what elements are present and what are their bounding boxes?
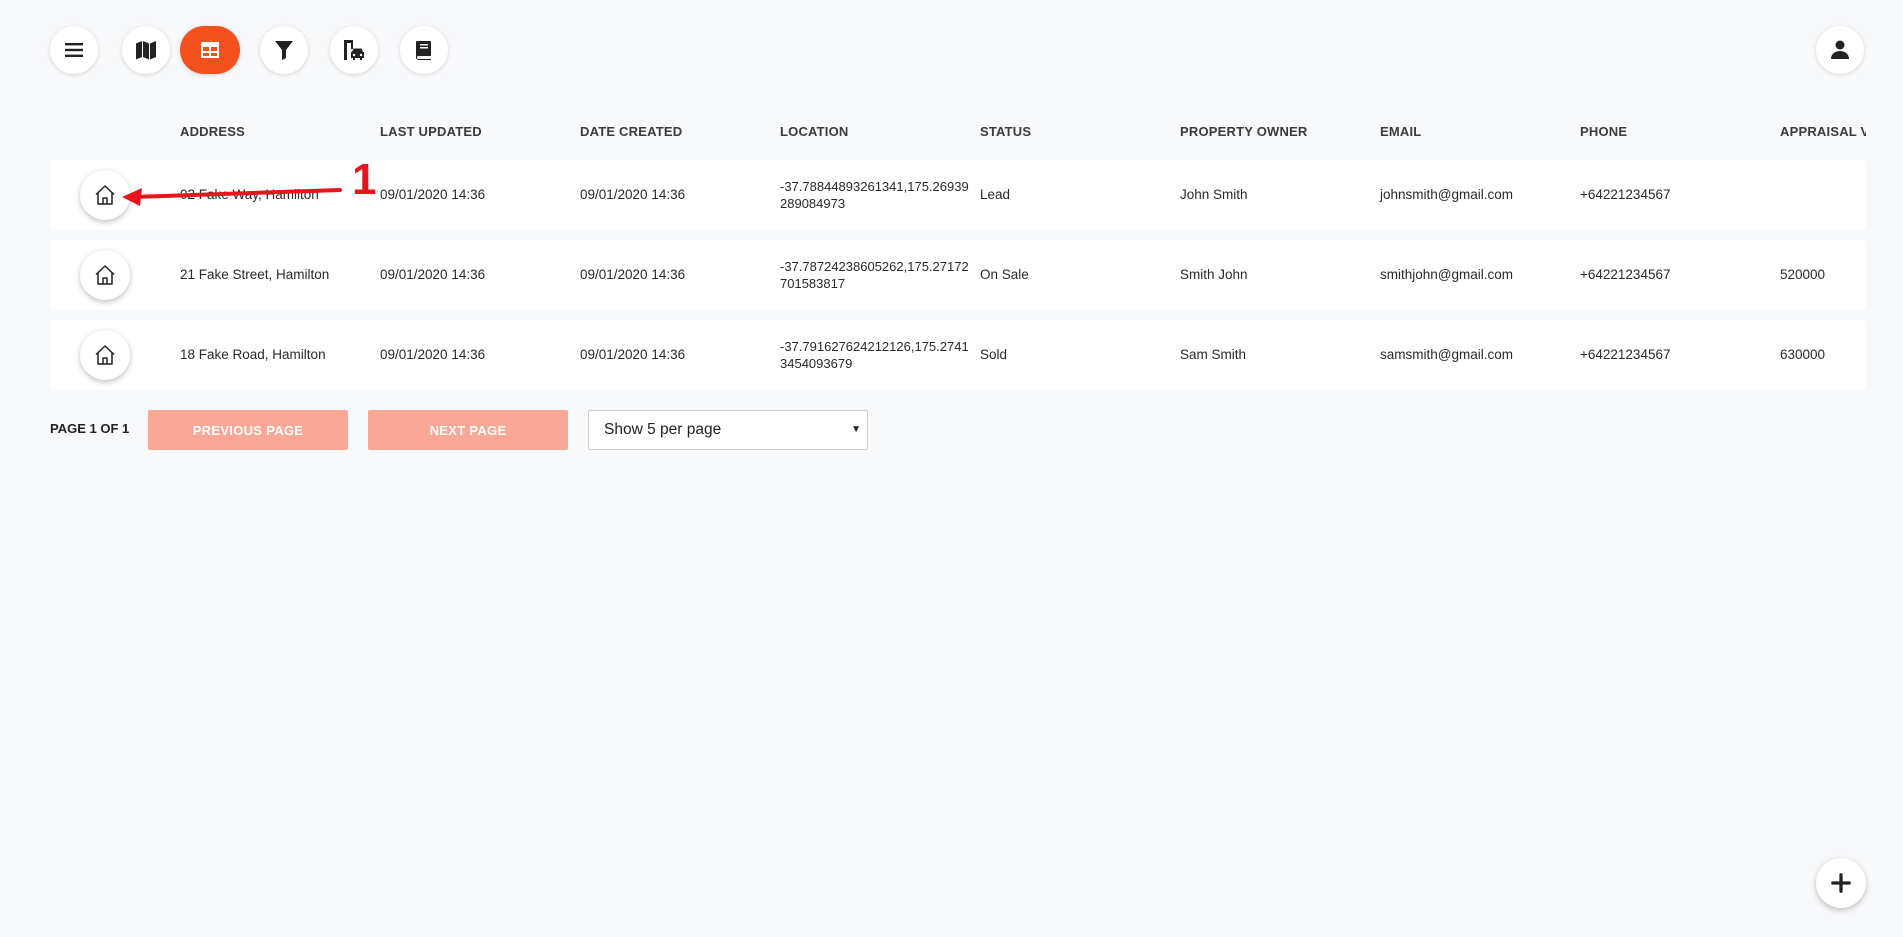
- cell-phone: +64221234567: [1580, 347, 1671, 362]
- cell-email: smithjohn@gmail.com: [1380, 267, 1513, 282]
- buildings-button[interactable]: [330, 26, 378, 74]
- cell-date-created: 09/01/2020 14:36: [580, 347, 686, 362]
- column-header-property-owner[interactable]: PROPERTY OWNER: [1180, 124, 1308, 139]
- cell-email: johnsmith@gmail.com: [1380, 187, 1513, 202]
- book-button[interactable]: [400, 26, 448, 74]
- column-header-phone[interactable]: PHONE: [1580, 124, 1627, 139]
- filter-icon: [275, 41, 293, 60]
- cell-address: 02 Fake Way, Hamilton: [180, 187, 319, 202]
- cell-location: -37.78724238605262,175.27172701583817: [780, 259, 969, 291]
- column-header-status[interactable]: STATUS: [980, 124, 1031, 139]
- cell-last-updated: 09/01/2020 14:36: [380, 267, 486, 282]
- properties-table: ADDRESS LAST UPDATED DATE CREATED LOCATI…: [50, 110, 1866, 390]
- table-view-button[interactable]: [180, 26, 240, 74]
- column-header-date-created[interactable]: DATE CREATED: [580, 124, 682, 139]
- cell-owner: John Smith: [1180, 187, 1248, 202]
- previous-page-button[interactable]: PREVIOUS PAGE: [148, 410, 348, 450]
- per-page-select[interactable]: Show 5 per page ▼: [588, 410, 868, 450]
- building-car-icon: [344, 40, 364, 60]
- map-view-button[interactable]: [122, 26, 170, 74]
- cell-location: -37.791627624212126,175.27413454093679: [780, 339, 969, 371]
- cell-date-created: 09/01/2020 14:36: [580, 267, 686, 282]
- home-icon: [95, 265, 115, 285]
- cell-status: Sold: [980, 347, 1008, 362]
- cell-appraisal: 520000: [1780, 267, 1826, 282]
- menu-icon: [65, 43, 83, 57]
- cell-address: 18 Fake Road, Hamilton: [180, 347, 326, 362]
- cell-location: -37.78844893261341,175.26939289084973: [780, 179, 969, 211]
- add-property-button[interactable]: [1816, 858, 1866, 908]
- book-icon: [416, 41, 431, 60]
- cell-last-updated: 09/01/2020 14:36: [380, 187, 486, 202]
- table-icon: [201, 42, 219, 58]
- cell-date-created: 09/01/2020 14:36: [580, 187, 686, 202]
- table-header: ADDRESS LAST UPDATED DATE CREATED LOCATI…: [50, 110, 1866, 160]
- column-header-appraisal[interactable]: APPRAISAL V: [1780, 124, 1866, 139]
- column-header-address[interactable]: ADDRESS: [180, 124, 245, 139]
- home-icon: [95, 345, 115, 365]
- filter-button[interactable]: [260, 26, 308, 74]
- cell-address: 21 Fake Street, Hamilton: [180, 267, 330, 282]
- column-header-location[interactable]: LOCATION: [780, 124, 849, 139]
- table-row[interactable]: 21 Fake Street, Hamilton 09/01/2020 14:3…: [50, 240, 1866, 310]
- property-home-button[interactable]: [80, 170, 130, 220]
- account-icon: [1831, 40, 1849, 59]
- home-icon: [95, 185, 115, 205]
- cell-status: On Sale: [980, 267, 1029, 282]
- cell-phone: +64221234567: [1580, 187, 1671, 202]
- next-page-button[interactable]: NEXT PAGE: [368, 410, 568, 450]
- cell-owner: Smith John: [1180, 267, 1248, 282]
- page-indicator: PAGE 1 OF 1: [50, 421, 130, 436]
- table-row[interactable]: 18 Fake Road, Hamilton 09/01/2020 14:36 …: [50, 320, 1866, 390]
- cell-last-updated: 09/01/2020 14:36: [380, 347, 486, 362]
- table-row[interactable]: 02 Fake Way, Hamilton 09/01/2020 14:36 0…: [50, 160, 1866, 230]
- account-button[interactable]: [1816, 26, 1864, 74]
- cell-appraisal: 630000: [1780, 347, 1826, 362]
- caret-down-icon: ▼: [851, 424, 861, 435]
- plus-icon: [1831, 873, 1851, 893]
- cell-email: samsmith@gmail.com: [1380, 347, 1513, 362]
- column-header-last-updated[interactable]: LAST UPDATED: [380, 124, 482, 139]
- menu-button[interactable]: [50, 26, 98, 74]
- map-icon: [136, 41, 156, 60]
- cell-owner: Sam Smith: [1180, 347, 1247, 362]
- cell-phone: +64221234567: [1580, 267, 1671, 282]
- column-header-email[interactable]: EMAIL: [1380, 124, 1421, 139]
- property-home-button[interactable]: [80, 250, 130, 300]
- annotation-number: 1: [352, 155, 377, 204]
- per-page-selected-value: Show 5 per page: [604, 421, 722, 438]
- property-home-button[interactable]: [80, 330, 130, 380]
- cell-status: Lead: [980, 187, 1011, 202]
